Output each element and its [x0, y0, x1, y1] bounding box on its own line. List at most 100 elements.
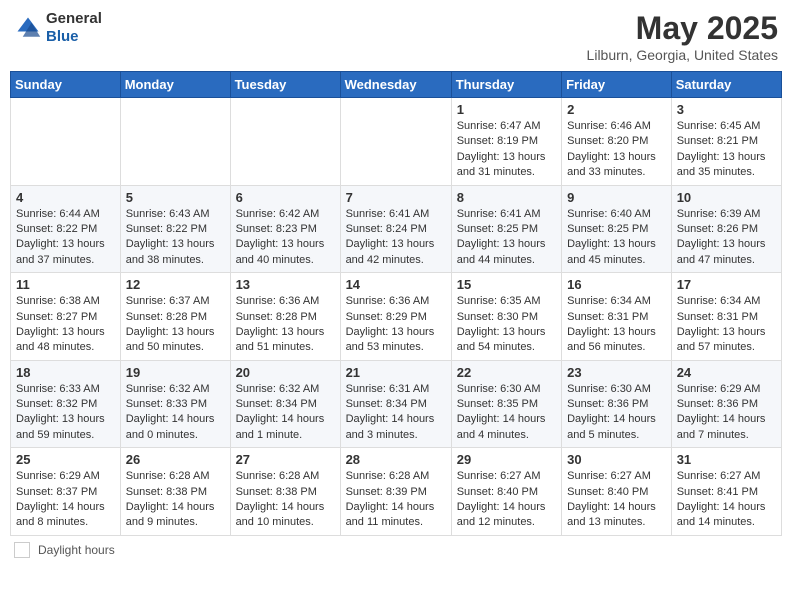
day-info: Sunrise: 6:37 AM Sunset: 8:28 PM Dayligh…	[126, 294, 225, 356]
sunset-label: Sunset: 8:35 PM	[457, 398, 538, 410]
day-info: Sunrise: 6:36 AM Sunset: 8:28 PM Dayligh…	[236, 294, 335, 356]
calendar-week-row: 18 Sunrise: 6:33 AM Sunset: 8:32 PM Dayl…	[11, 360, 782, 448]
daylight-info: Daylight: 13 hours and 53 minutes.	[346, 326, 435, 353]
daylight-info: Daylight: 14 hours and 13 minutes.	[567, 501, 656, 528]
sunrise-label: Sunrise: 6:33 AM	[16, 383, 100, 395]
calendar-cell: 18 Sunrise: 6:33 AM Sunset: 8:32 PM Dayl…	[11, 360, 121, 448]
day-of-week-header: Monday	[120, 72, 230, 98]
sunrise-label: Sunrise: 6:39 AM	[677, 208, 761, 220]
sunset-label: Sunset: 8:22 PM	[126, 223, 207, 235]
daylight-box	[14, 542, 30, 558]
sunrise-label: Sunrise: 6:41 AM	[346, 208, 430, 220]
sunrise-label: Sunrise: 6:36 AM	[236, 295, 320, 307]
day-number: 15	[457, 277, 556, 292]
day-info: Sunrise: 6:42 AM Sunset: 8:23 PM Dayligh…	[236, 207, 335, 269]
day-number: 26	[126, 452, 225, 467]
day-number: 18	[16, 365, 115, 380]
day-info: Sunrise: 6:28 AM Sunset: 8:39 PM Dayligh…	[346, 469, 446, 531]
sunset-label: Sunset: 8:23 PM	[236, 223, 317, 235]
sunrise-label: Sunrise: 6:42 AM	[236, 208, 320, 220]
daylight-info: Daylight: 14 hours and 4 minutes.	[457, 413, 546, 440]
sunset-label: Sunset: 8:37 PM	[16, 486, 97, 498]
sunset-label: Sunset: 8:28 PM	[236, 311, 317, 323]
sunset-label: Sunset: 8:34 PM	[346, 398, 427, 410]
day-info: Sunrise: 6:30 AM Sunset: 8:36 PM Dayligh…	[567, 382, 666, 444]
daylight-info: Daylight: 13 hours and 48 minutes.	[16, 326, 105, 353]
calendar-cell: 13 Sunrise: 6:36 AM Sunset: 8:28 PM Dayl…	[230, 273, 340, 361]
day-of-week-header: Saturday	[671, 72, 781, 98]
sunrise-label: Sunrise: 6:46 AM	[567, 120, 651, 132]
sunrise-label: Sunrise: 6:41 AM	[457, 208, 541, 220]
day-number: 11	[16, 277, 115, 292]
daylight-info: Daylight: 13 hours and 54 minutes.	[457, 326, 546, 353]
sunset-label: Sunset: 8:38 PM	[126, 486, 207, 498]
sunrise-label: Sunrise: 6:29 AM	[677, 383, 761, 395]
day-number: 30	[567, 452, 666, 467]
sunset-label: Sunset: 8:36 PM	[677, 398, 758, 410]
sunrise-label: Sunrise: 6:30 AM	[567, 383, 651, 395]
sunset-label: Sunset: 8:26 PM	[677, 223, 758, 235]
calendar-cell: 16 Sunrise: 6:34 AM Sunset: 8:31 PM Dayl…	[562, 273, 672, 361]
daylight-info: Daylight: 14 hours and 0 minutes.	[126, 413, 215, 440]
day-info: Sunrise: 6:34 AM Sunset: 8:31 PM Dayligh…	[567, 294, 666, 356]
day-number: 8	[457, 190, 556, 205]
sunset-label: Sunset: 8:36 PM	[567, 398, 648, 410]
daylight-info: Daylight: 14 hours and 8 minutes.	[16, 501, 105, 528]
calendar-cell: 4 Sunrise: 6:44 AM Sunset: 8:22 PM Dayli…	[11, 185, 121, 273]
day-info: Sunrise: 6:40 AM Sunset: 8:25 PM Dayligh…	[567, 207, 666, 269]
daylight-info: Daylight: 13 hours and 31 minutes.	[457, 151, 546, 178]
calendar-cell: 8 Sunrise: 6:41 AM Sunset: 8:25 PM Dayli…	[451, 185, 561, 273]
sunset-label: Sunset: 8:33 PM	[126, 398, 207, 410]
calendar-cell	[120, 98, 230, 186]
calendar-cell: 17 Sunrise: 6:34 AM Sunset: 8:31 PM Dayl…	[671, 273, 781, 361]
calendar-cell: 19 Sunrise: 6:32 AM Sunset: 8:33 PM Dayl…	[120, 360, 230, 448]
sunrise-label: Sunrise: 6:44 AM	[16, 208, 100, 220]
day-info: Sunrise: 6:32 AM Sunset: 8:34 PM Dayligh…	[236, 382, 335, 444]
daylight-info: Daylight: 14 hours and 12 minutes.	[457, 501, 546, 528]
calendar-cell: 14 Sunrise: 6:36 AM Sunset: 8:29 PM Dayl…	[340, 273, 451, 361]
day-of-week-header: Thursday	[451, 72, 561, 98]
day-number: 25	[16, 452, 115, 467]
calendar-cell: 2 Sunrise: 6:46 AM Sunset: 8:20 PM Dayli…	[562, 98, 672, 186]
calendar-cell: 20 Sunrise: 6:32 AM Sunset: 8:34 PM Dayl…	[230, 360, 340, 448]
day-number: 29	[457, 452, 556, 467]
daylight-info: Daylight: 13 hours and 57 minutes.	[677, 326, 766, 353]
day-number: 12	[126, 277, 225, 292]
calendar-cell: 1 Sunrise: 6:47 AM Sunset: 8:19 PM Dayli…	[451, 98, 561, 186]
sunrise-label: Sunrise: 6:32 AM	[236, 383, 320, 395]
calendar-cell	[230, 98, 340, 186]
day-info: Sunrise: 6:28 AM Sunset: 8:38 PM Dayligh…	[236, 469, 335, 531]
daylight-info: Daylight: 13 hours and 59 minutes.	[16, 413, 105, 440]
calendar-cell: 5 Sunrise: 6:43 AM Sunset: 8:22 PM Dayli…	[120, 185, 230, 273]
daylight-info: Daylight: 13 hours and 37 minutes.	[16, 238, 105, 265]
sunrise-label: Sunrise: 6:34 AM	[677, 295, 761, 307]
sunrise-label: Sunrise: 6:37 AM	[126, 295, 210, 307]
day-info: Sunrise: 6:35 AM Sunset: 8:30 PM Dayligh…	[457, 294, 556, 356]
sunrise-label: Sunrise: 6:43 AM	[126, 208, 210, 220]
day-info: Sunrise: 6:27 AM Sunset: 8:41 PM Dayligh…	[677, 469, 776, 531]
sunrise-label: Sunrise: 6:29 AM	[16, 470, 100, 482]
day-number: 27	[236, 452, 335, 467]
daylight-info: Daylight: 14 hours and 3 minutes.	[346, 413, 435, 440]
sunset-label: Sunset: 8:40 PM	[567, 486, 648, 498]
day-info: Sunrise: 6:29 AM Sunset: 8:37 PM Dayligh…	[16, 469, 115, 531]
calendar-cell: 10 Sunrise: 6:39 AM Sunset: 8:26 PM Dayl…	[671, 185, 781, 273]
sunrise-label: Sunrise: 6:27 AM	[677, 470, 761, 482]
daylight-info: Daylight: 13 hours and 38 minutes.	[126, 238, 215, 265]
sunrise-label: Sunrise: 6:31 AM	[346, 383, 430, 395]
daylight-info: Daylight: 13 hours and 40 minutes.	[236, 238, 325, 265]
logo: General Blue	[14, 10, 102, 46]
day-info: Sunrise: 6:43 AM Sunset: 8:22 PM Dayligh…	[126, 207, 225, 269]
day-number: 20	[236, 365, 335, 380]
calendar-week-row: 11 Sunrise: 6:38 AM Sunset: 8:27 PM Dayl…	[11, 273, 782, 361]
day-info: Sunrise: 6:38 AM Sunset: 8:27 PM Dayligh…	[16, 294, 115, 356]
day-number: 17	[677, 277, 776, 292]
calendar-cell	[340, 98, 451, 186]
calendar-cell: 11 Sunrise: 6:38 AM Sunset: 8:27 PM Dayl…	[11, 273, 121, 361]
sunrise-label: Sunrise: 6:30 AM	[457, 383, 541, 395]
day-number: 28	[346, 452, 446, 467]
day-number: 14	[346, 277, 446, 292]
day-of-week-header: Wednesday	[340, 72, 451, 98]
sunrise-label: Sunrise: 6:34 AM	[567, 295, 651, 307]
calendar-cell: 30 Sunrise: 6:27 AM Sunset: 8:40 PM Dayl…	[562, 448, 672, 536]
